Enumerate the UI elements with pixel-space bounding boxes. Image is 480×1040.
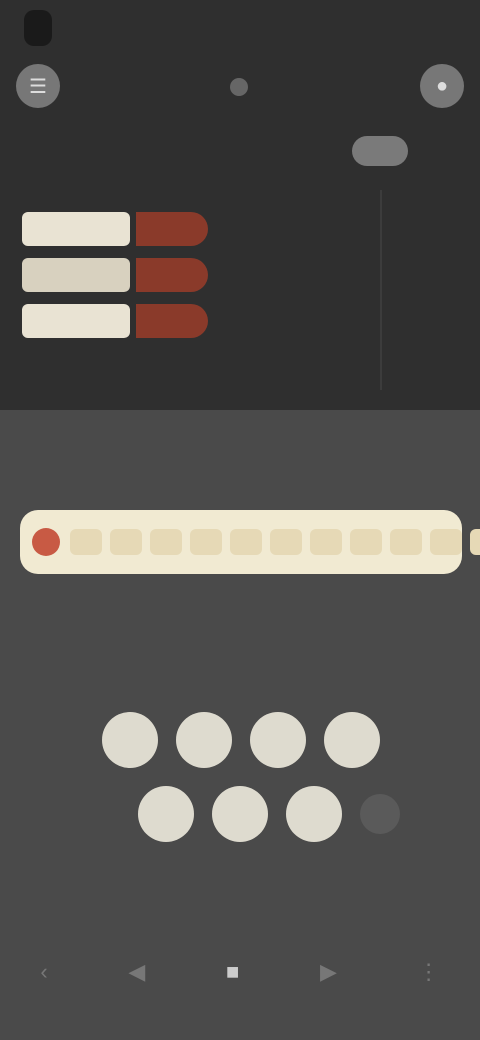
header-indicator (230, 78, 248, 96)
menu-icon: ☰ (29, 75, 47, 98)
track-cells (70, 529, 480, 555)
legend-row[interactable] (22, 304, 208, 338)
legend (22, 212, 208, 350)
vertical-divider (380, 190, 382, 390)
pad-button[interactable] (212, 786, 268, 842)
menu-button[interactable]: ☰ (16, 64, 60, 108)
pad-delete-button[interactable] (360, 794, 400, 834)
profile-button[interactable]: ● (420, 64, 464, 108)
pad-button[interactable] (138, 786, 194, 842)
track-cell[interactable] (470, 529, 480, 555)
legend-row[interactable] (22, 258, 208, 292)
legend-tag (136, 212, 208, 246)
pad-button[interactable] (102, 712, 158, 768)
profile-icon: ● (435, 74, 449, 97)
playhead-marker[interactable] (32, 528, 60, 556)
sequence-track[interactable] (20, 510, 480, 574)
track-cell[interactable] (150, 529, 182, 555)
prev-icon[interactable]: ◀ (128, 959, 145, 985)
pad-button[interactable] (324, 712, 380, 768)
track-cell[interactable] (350, 529, 382, 555)
track-cell[interactable] (310, 529, 342, 555)
track-cell[interactable] (110, 529, 142, 555)
legend-label (22, 258, 130, 292)
bottom-nav: ‹ ◀ ■ ▶ ⋮ (0, 940, 480, 1004)
legend-label (22, 304, 130, 338)
legend-row[interactable] (22, 212, 208, 246)
play-icon[interactable]: ■ (226, 959, 239, 985)
track-cell[interactable] (70, 529, 102, 555)
tab-bar (0, 430, 480, 474)
more-icon[interactable]: ⋮ (418, 959, 440, 985)
track-cell[interactable] (390, 529, 422, 555)
track-cell[interactable] (190, 529, 222, 555)
section-toggle[interactable] (352, 136, 408, 166)
next-icon[interactable]: ▶ (320, 959, 337, 985)
legend-tag (136, 258, 208, 292)
track-cell[interactable] (270, 529, 302, 555)
legend-tag (136, 304, 208, 338)
back-icon[interactable]: ‹ (40, 959, 47, 985)
legend-label (22, 212, 130, 246)
pad-button[interactable] (176, 712, 232, 768)
pad-button[interactable] (286, 786, 342, 842)
track-cell[interactable] (230, 529, 262, 555)
pad-button[interactable] (250, 712, 306, 768)
status-bar (24, 10, 52, 46)
track-cell[interactable] (430, 529, 462, 555)
